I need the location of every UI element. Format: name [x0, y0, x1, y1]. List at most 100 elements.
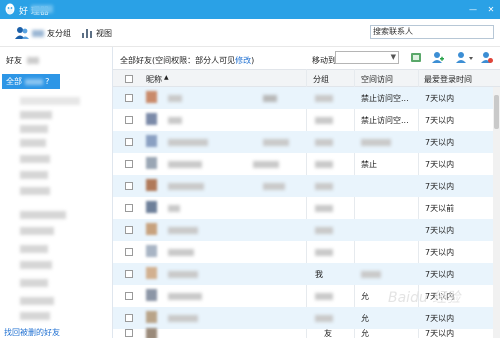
last-login-cell: 7天以内	[425, 329, 455, 338]
remark-redaction	[263, 139, 289, 146]
move-to-label: 移动到	[312, 56, 336, 65]
row-checkbox[interactable]	[125, 248, 133, 256]
space-access-cell: 允	[361, 329, 369, 338]
modify-permission-link[interactable]: 修改	[235, 56, 251, 65]
nickname-redaction	[168, 139, 208, 146]
remark-redaction	[263, 183, 285, 190]
sidebar-item[interactable]	[20, 97, 80, 105]
vertical-scrollbar[interactable]	[493, 87, 500, 338]
nickname-redaction	[168, 161, 202, 168]
sidebar-item[interactable]	[20, 297, 54, 305]
close-button[interactable]: ✕	[484, 3, 498, 16]
sidebar-item[interactable]	[20, 187, 50, 195]
row-checkbox[interactable]	[125, 292, 133, 300]
view-button[interactable]: 视图	[81, 25, 112, 41]
table-row[interactable]: 7天以内	[113, 131, 493, 153]
nickname-redaction	[168, 95, 182, 102]
space-access-redaction	[361, 139, 391, 146]
last-login-cell: 7天以内	[425, 138, 455, 147]
row-checkbox[interactable]	[125, 204, 133, 212]
group-redaction	[315, 227, 333, 234]
search-input[interactable]: 搜索联系人	[370, 25, 494, 39]
title-bar: 好 理器 — ✕	[0, 0, 500, 19]
space-access-cell: 禁止访问空...	[361, 94, 409, 103]
minimize-button[interactable]: —	[466, 3, 480, 16]
last-login-cell: 7天以内	[425, 160, 455, 169]
row-checkbox[interactable]	[125, 94, 133, 102]
select-all-checkbox[interactable]	[125, 75, 133, 83]
sidebar-item[interactable]	[20, 261, 52, 269]
table-row[interactable]: 禁止访问空... 7天以内	[113, 109, 493, 131]
sidebar-all-label: 全部	[6, 77, 22, 86]
sidebar-item[interactable]	[20, 227, 54, 235]
sidebar-item[interactable]	[20, 312, 50, 320]
sidebar-item[interactable]	[20, 245, 48, 253]
friend-group-button[interactable]: 友分组	[15, 25, 71, 41]
column-header-nickname[interactable]: 昵称	[146, 74, 162, 85]
sidebar-item[interactable]	[20, 211, 66, 219]
sidebar-item[interactable]	[20, 171, 48, 179]
avatar	[146, 289, 157, 301]
table-row[interactable]: 禁止 7天以内	[113, 153, 493, 175]
group-redaction	[315, 95, 333, 102]
permission-close-paren: )	[251, 56, 255, 65]
space-access-redaction	[361, 271, 381, 278]
table-row[interactable]: 我 7天以内	[113, 263, 493, 285]
sidebar-item[interactable]	[20, 279, 48, 287]
scrollbar-thumb[interactable]	[494, 95, 499, 129]
group-cell: 我	[315, 270, 323, 279]
group-redaction	[315, 183, 333, 190]
sidebar-item[interactable]	[20, 139, 46, 147]
row-checkbox[interactable]	[125, 226, 133, 234]
row-checkbox[interactable]	[125, 182, 133, 190]
table-row[interactable]: 7天以内	[113, 241, 493, 263]
last-login-cell: 7天以内	[425, 270, 455, 279]
sort-icon: ▲	[164, 74, 169, 81]
group-redaction	[315, 315, 333, 322]
title-redaction	[31, 5, 53, 13]
main-header: 全部好友(空间权限：部分人可见修改) 移动到 ▼	[113, 47, 500, 69]
avatar	[146, 311, 157, 323]
sidebar-item-all[interactable]: 全部 ?	[2, 74, 60, 89]
group-redaction	[315, 161, 333, 168]
move-to-select[interactable]: ▼	[335, 51, 399, 64]
friend-group-label: 友分组	[47, 28, 71, 38]
group-cell: 友	[324, 329, 332, 338]
restore-deleted-friends-link[interactable]: 找回被删的好友	[4, 327, 60, 338]
remark-redaction	[253, 161, 279, 168]
table-row[interactable]: 7天以内	[113, 219, 493, 241]
avatar	[146, 201, 157, 213]
add-friend-icon[interactable]	[432, 51, 444, 64]
column-header-last-login[interactable]: 最爱登录时间	[424, 74, 472, 85]
table-row[interactable]: 禁止访问空... 7天以内	[113, 87, 493, 109]
sidebar-item[interactable]	[20, 111, 52, 119]
export-icon[interactable]	[410, 51, 422, 64]
sidebar-header: 好友	[6, 56, 22, 65]
table-row[interactable]: 7天以前	[113, 197, 493, 219]
users-icon	[15, 27, 29, 39]
row-checkbox[interactable]	[125, 138, 133, 146]
nickname-redaction	[168, 183, 204, 190]
qq-penguin-icon	[5, 3, 15, 15]
column-header-group[interactable]: 分组	[313, 74, 329, 85]
row-checkbox[interactable]	[125, 160, 133, 168]
table-row[interactable]: 允 7天以内	[113, 307, 493, 329]
row-checkbox[interactable]	[125, 329, 133, 337]
last-login-cell: 7天以内	[425, 94, 455, 103]
sidebar-item[interactable]	[20, 155, 50, 163]
row-checkbox[interactable]	[125, 314, 133, 322]
last-login-cell: 7天以前	[425, 204, 455, 213]
row-checkbox[interactable]	[125, 270, 133, 278]
avatar	[146, 113, 157, 125]
delete-friend-icon[interactable]	[481, 51, 493, 64]
avatar	[146, 157, 157, 169]
table-row[interactable]: 7天以内	[113, 175, 493, 197]
chevron-down-icon: ▼	[390, 53, 396, 61]
row-checkbox[interactable]	[125, 116, 133, 124]
permission-label: 全部好友(空间权限：部分人可见	[120, 56, 236, 65]
table-row[interactable]: 友 允 7天以内	[113, 327, 493, 338]
column-header-space-access[interactable]: 空间访问	[361, 74, 393, 85]
remark-redaction	[263, 95, 277, 102]
manage-friend-dropdown-icon[interactable]	[456, 51, 474, 64]
sidebar-item[interactable]	[20, 125, 48, 133]
